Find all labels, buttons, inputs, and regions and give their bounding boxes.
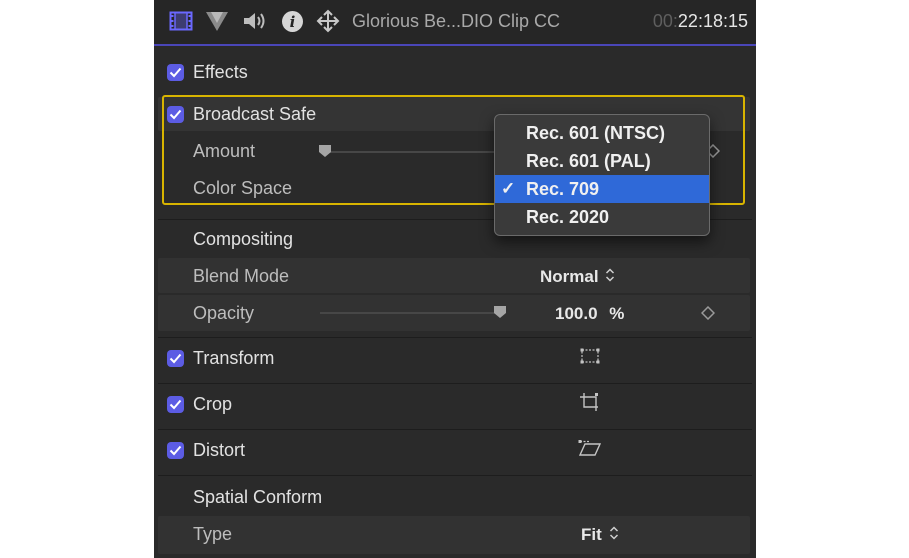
crop-label: Crop — [193, 394, 233, 414]
menu-item-label: Rec. 2020 — [526, 207, 610, 227]
film-strip-icon[interactable] — [168, 9, 194, 33]
effects-label: Effects — [193, 62, 248, 82]
blend-mode-popup[interactable]: Normal — [540, 267, 615, 288]
timecode-value: 22:18:15 — [677, 11, 748, 31]
menu-item-rec601-pal[interactable]: Rec. 601 (PAL) — [495, 147, 709, 175]
crop-checkbox[interactable] — [167, 396, 184, 413]
speaker-icon[interactable] — [241, 9, 269, 33]
opacity-keyframe-icon[interactable] — [700, 305, 716, 325]
color-wedge-icon[interactable] — [204, 9, 230, 33]
menu-item-label: Rec. 601 (PAL) — [526, 151, 651, 171]
svg-text:i: i — [289, 13, 295, 31]
menu-item-label: Rec. 601 (NTSC) — [526, 123, 666, 143]
clip-name: Glorious Be...DIO Clip CC — [352, 11, 561, 31]
distort-onscreen-icon[interactable] — [578, 440, 602, 463]
menu-item-rec709[interactable]: ✓ Rec. 709 — [495, 175, 709, 203]
crop-onscreen-icon[interactable] — [579, 392, 601, 417]
checkmark-icon: ✓ — [501, 179, 516, 198]
updown-chevron-icon — [605, 267, 615, 288]
effects-checkbox[interactable] — [167, 64, 184, 81]
separator — [158, 475, 752, 476]
title-bar-accent — [154, 44, 756, 46]
type-row — [158, 516, 750, 554]
info-icon[interactable]: i — [279, 9, 305, 33]
type-label: Type — [193, 524, 233, 544]
opacity-slider-thumb[interactable] — [493, 305, 507, 324]
separator — [158, 383, 752, 384]
menu-item-label: Rec. 709 — [526, 179, 600, 199]
compositing-label: Compositing — [193, 229, 294, 249]
opacity-slider-track[interactable] — [320, 312, 500, 314]
color-space-menu: Rec. 601 (NTSC) Rec. 601 (PAL) ✓ Rec. 70… — [494, 114, 710, 236]
opacity-value[interactable]: 100.0 % — [555, 304, 624, 324]
opacity-number: 100.0 — [555, 304, 598, 323]
menu-item-rec2020[interactable]: Rec. 2020 — [495, 203, 709, 231]
inspector-title-bar: i Glorious Be...DIO Clip CC 00:22:18:15 — [154, 0, 756, 46]
separator — [158, 337, 752, 338]
move-arrows-icon[interactable] — [314, 9, 342, 33]
menu-item-rec601-ntsc[interactable]: Rec. 601 (NTSC) — [495, 119, 709, 147]
timecode-dim: 00: — [652, 11, 678, 31]
separator — [158, 429, 752, 430]
opacity-label: Opacity — [193, 303, 255, 323]
timecode: 00:22:18:15 — [653, 11, 748, 32]
blend-mode-label: Blend Mode — [193, 266, 290, 286]
spatial-conform-label: Spatial Conform — [193, 487, 323, 507]
transform-onscreen-icon[interactable] — [580, 348, 600, 369]
transform-label: Transform — [193, 348, 275, 368]
transform-checkbox[interactable] — [167, 350, 184, 367]
type-popup[interactable]: Fit — [581, 525, 619, 546]
type-value: Fit — [581, 525, 602, 544]
distort-checkbox[interactable] — [167, 442, 184, 459]
distort-label: Distort — [193, 440, 246, 460]
updown-chevron-icon — [609, 525, 619, 546]
blend-mode-value: Normal — [540, 267, 599, 286]
video-inspector: i Glorious Be...DIO Clip CC 00:22:18:15 … — [154, 0, 756, 558]
opacity-unit: % — [609, 304, 625, 323]
